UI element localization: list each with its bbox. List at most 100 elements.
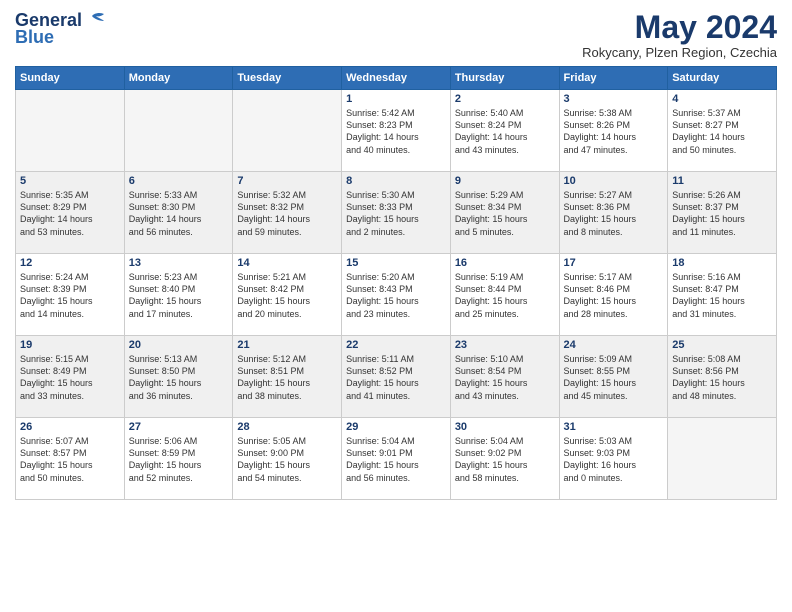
day-number: 9 [455,175,555,187]
calendar-day-cell: 13 Sunrise: 5:23 AM Sunset: 8:40 PM Dayli… [124,254,233,336]
calendar-day-cell: 26 Sunrise: 5:07 AM Sunset: 8:57 PM Dayli… [16,418,125,500]
calendar-day-cell: 15 Sunrise: 5:20 AM Sunset: 8:43 PM Dayli… [342,254,451,336]
calendar-header-tuesday: Tuesday [233,67,342,90]
day-number: 21 [237,339,337,351]
calendar-week-row: 19 Sunrise: 5:15 AM Sunset: 8:49 PM Dayli… [16,336,777,418]
day-number: 23 [455,339,555,351]
day-info: Sunrise: 5:21 AM Sunset: 8:42 PM Dayligh… [237,271,337,320]
calendar-day-cell: 6 Sunrise: 5:33 AM Sunset: 8:30 PM Daylig… [124,172,233,254]
logo-blue-text: Blue [15,27,54,48]
calendar-week-row: 26 Sunrise: 5:07 AM Sunset: 8:57 PM Dayli… [16,418,777,500]
day-info: Sunrise: 5:32 AM Sunset: 8:32 PM Dayligh… [237,189,337,238]
month-title: May 2024 [582,10,777,45]
day-info: Sunrise: 5:26 AM Sunset: 8:37 PM Dayligh… [672,189,772,238]
day-info: Sunrise: 5:23 AM Sunset: 8:40 PM Dayligh… [129,271,229,320]
day-info: Sunrise: 5:06 AM Sunset: 8:59 PM Dayligh… [129,435,229,484]
calendar-day-cell [668,418,777,500]
day-number: 18 [672,257,772,269]
day-number: 12 [20,257,120,269]
day-info: Sunrise: 5:33 AM Sunset: 8:30 PM Dayligh… [129,189,229,238]
day-number: 10 [564,175,664,187]
calendar-day-cell: 2 Sunrise: 5:40 AM Sunset: 8:24 PM Daylig… [450,90,559,172]
calendar-week-row: 1 Sunrise: 5:42 AM Sunset: 8:23 PM Daylig… [16,90,777,172]
calendar-day-cell: 12 Sunrise: 5:24 AM Sunset: 8:39 PM Dayli… [16,254,125,336]
day-number: 6 [129,175,229,187]
calendar-day-cell: 25Sunrise: 5:08 AM Sunset: 8:56 PM Dayli… [668,336,777,418]
calendar-day-cell: 5Sunrise: 5:35 AM Sunset: 8:29 PM Daylig… [16,172,125,254]
day-info: Sunrise: 5:40 AM Sunset: 8:24 PM Dayligh… [455,107,555,156]
calendar-day-cell: 22 Sunrise: 5:11 AM Sunset: 8:52 PM Dayli… [342,336,451,418]
calendar-day-cell: 3 Sunrise: 5:38 AM Sunset: 8:26 PM Daylig… [559,90,668,172]
day-info: Sunrise: 5:37 AM Sunset: 8:27 PM Dayligh… [672,107,772,156]
day-info: Sunrise: 5:11 AM Sunset: 8:52 PM Dayligh… [346,353,446,402]
day-info: Sunrise: 5:20 AM Sunset: 8:43 PM Dayligh… [346,271,446,320]
day-info: Sunrise: 5:19 AM Sunset: 8:44 PM Dayligh… [455,271,555,320]
day-info: Sunrise: 5:04 AM Sunset: 9:01 PM Dayligh… [346,435,446,484]
day-number: 3 [564,93,664,105]
calendar-day-cell: 20 Sunrise: 5:13 AM Sunset: 8:50 PM Dayli… [124,336,233,418]
day-info: Sunrise: 5:42 AM Sunset: 8:23 PM Dayligh… [346,107,446,156]
day-number: 29 [346,421,446,433]
day-number: 28 [237,421,337,433]
calendar-header-sunday: Sunday [16,67,125,90]
calendar-day-cell: 19 Sunrise: 5:15 AM Sunset: 8:49 PM Dayli… [16,336,125,418]
calendar-day-cell: 21 Sunrise: 5:12 AM Sunset: 8:51 PM Dayli… [233,336,342,418]
calendar-day-cell: 17 Sunrise: 5:17 AM Sunset: 8:46 PM Dayli… [559,254,668,336]
day-info: Sunrise: 5:24 AM Sunset: 8:39 PM Dayligh… [20,271,120,320]
page: General Blue May 2024 Rokycany, Plzen Re… [0,0,792,510]
day-number: 2 [455,93,555,105]
day-number: 22 [346,339,446,351]
calendar-day-cell: 9 Sunrise: 5:29 AM Sunset: 8:34 PM Daylig… [450,172,559,254]
calendar-week-row: 12 Sunrise: 5:24 AM Sunset: 8:39 PM Dayli… [16,254,777,336]
day-info: Sunrise: 5:16 AM Sunset: 8:47 PM Dayligh… [672,271,772,320]
calendar-table: SundayMondayTuesdayWednesdayThursdayFrid… [15,66,777,500]
day-info: Sunrise: 5:27 AM Sunset: 8:36 PM Dayligh… [564,189,664,238]
day-info: Sunrise: 5:17 AM Sunset: 8:46 PM Dayligh… [564,271,664,320]
day-number: 11 [672,175,772,187]
calendar-day-cell: 30Sunrise: 5:04 AM Sunset: 9:02 PM Dayli… [450,418,559,500]
day-number: 17 [564,257,664,269]
calendar-header-thursday: Thursday [450,67,559,90]
day-number: 4 [672,93,772,105]
day-info: Sunrise: 5:05 AM Sunset: 9:00 PM Dayligh… [237,435,337,484]
calendar-day-cell [124,90,233,172]
day-info: Sunrise: 5:35 AM Sunset: 8:29 PM Dayligh… [20,189,120,238]
day-info: Sunrise: 5:09 AM Sunset: 8:55 PM Dayligh… [564,353,664,402]
day-number: 13 [129,257,229,269]
calendar-header-friday: Friday [559,67,668,90]
day-info: Sunrise: 5:29 AM Sunset: 8:34 PM Dayligh… [455,189,555,238]
day-number: 1 [346,93,446,105]
day-info: Sunrise: 5:13 AM Sunset: 8:50 PM Dayligh… [129,353,229,402]
calendar-header-monday: Monday [124,67,233,90]
calendar-header-saturday: Saturday [668,67,777,90]
day-number: 14 [237,257,337,269]
day-info: Sunrise: 5:38 AM Sunset: 8:26 PM Dayligh… [564,107,664,156]
day-number: 15 [346,257,446,269]
calendar-day-cell: 31Sunrise: 5:03 AM Sunset: 9:03 PM Dayli… [559,418,668,500]
calendar-day-cell: 10 Sunrise: 5:27 AM Sunset: 8:36 PM Dayli… [559,172,668,254]
day-number: 26 [20,421,120,433]
calendar-header-row: SundayMondayTuesdayWednesdayThursdayFrid… [16,67,777,90]
day-number: 8 [346,175,446,187]
logo: General Blue [15,10,106,48]
calendar-day-cell: 7Sunrise: 5:32 AM Sunset: 8:32 PM Daylig… [233,172,342,254]
calendar-day-cell: 11 Sunrise: 5:26 AM Sunset: 8:37 PM Dayli… [668,172,777,254]
calendar-day-cell: 29 Sunrise: 5:04 AM Sunset: 9:01 PM Dayli… [342,418,451,500]
title-area: May 2024 Rokycany, Plzen Region, Czechia [582,10,777,60]
day-number: 19 [20,339,120,351]
day-number: 30 [455,421,555,433]
day-number: 24 [564,339,664,351]
calendar-day-cell: 14 Sunrise: 5:21 AM Sunset: 8:42 PM Dayli… [233,254,342,336]
day-info: Sunrise: 5:12 AM Sunset: 8:51 PM Dayligh… [237,353,337,402]
logo-bird-icon [84,12,106,30]
calendar-day-cell: 8Sunrise: 5:30 AM Sunset: 8:33 PM Daylig… [342,172,451,254]
calendar-day-cell: 23Sunrise: 5:10 AM Sunset: 8:54 PM Dayli… [450,336,559,418]
day-info: Sunrise: 5:07 AM Sunset: 8:57 PM Dayligh… [20,435,120,484]
day-info: Sunrise: 5:15 AM Sunset: 8:49 PM Dayligh… [20,353,120,402]
day-number: 20 [129,339,229,351]
calendar-day-cell: 27Sunrise: 5:06 AM Sunset: 8:59 PM Dayli… [124,418,233,500]
day-info: Sunrise: 5:03 AM Sunset: 9:03 PM Dayligh… [564,435,664,484]
day-number: 25 [672,339,772,351]
calendar-day-cell: 28 Sunrise: 5:05 AM Sunset: 9:00 PM Dayli… [233,418,342,500]
calendar-day-cell [16,90,125,172]
